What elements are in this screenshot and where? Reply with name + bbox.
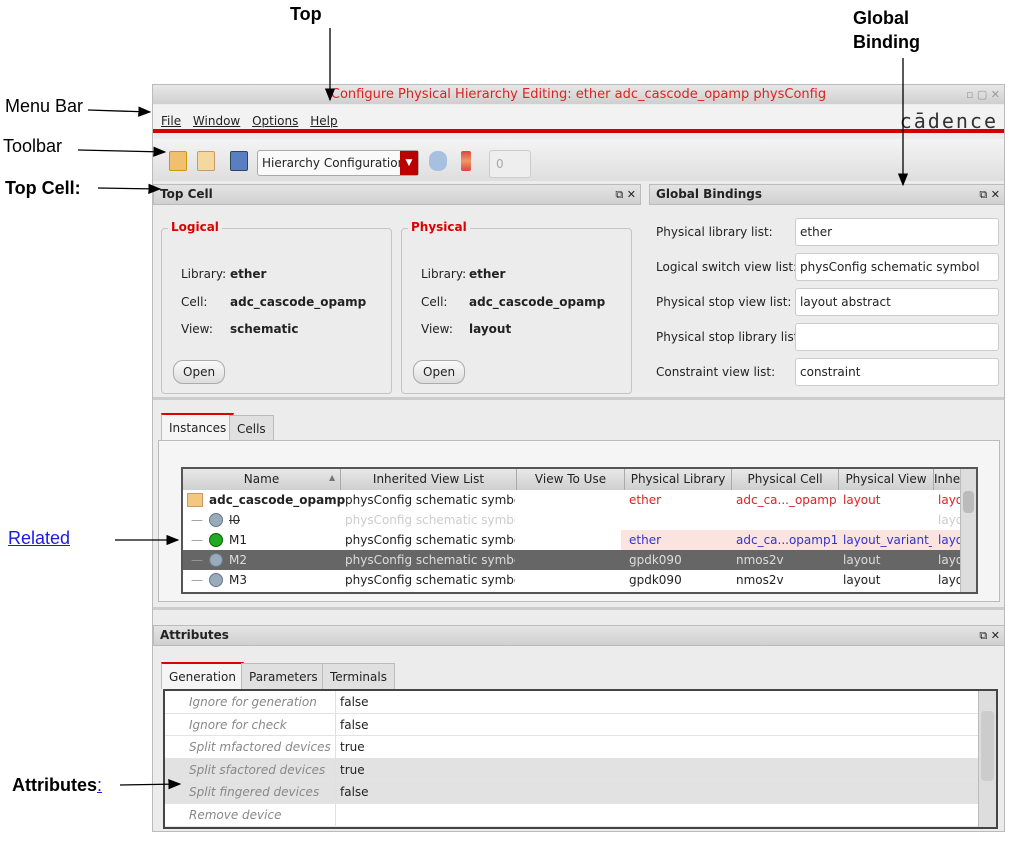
annotation-arrows: [77, 28, 909, 790]
